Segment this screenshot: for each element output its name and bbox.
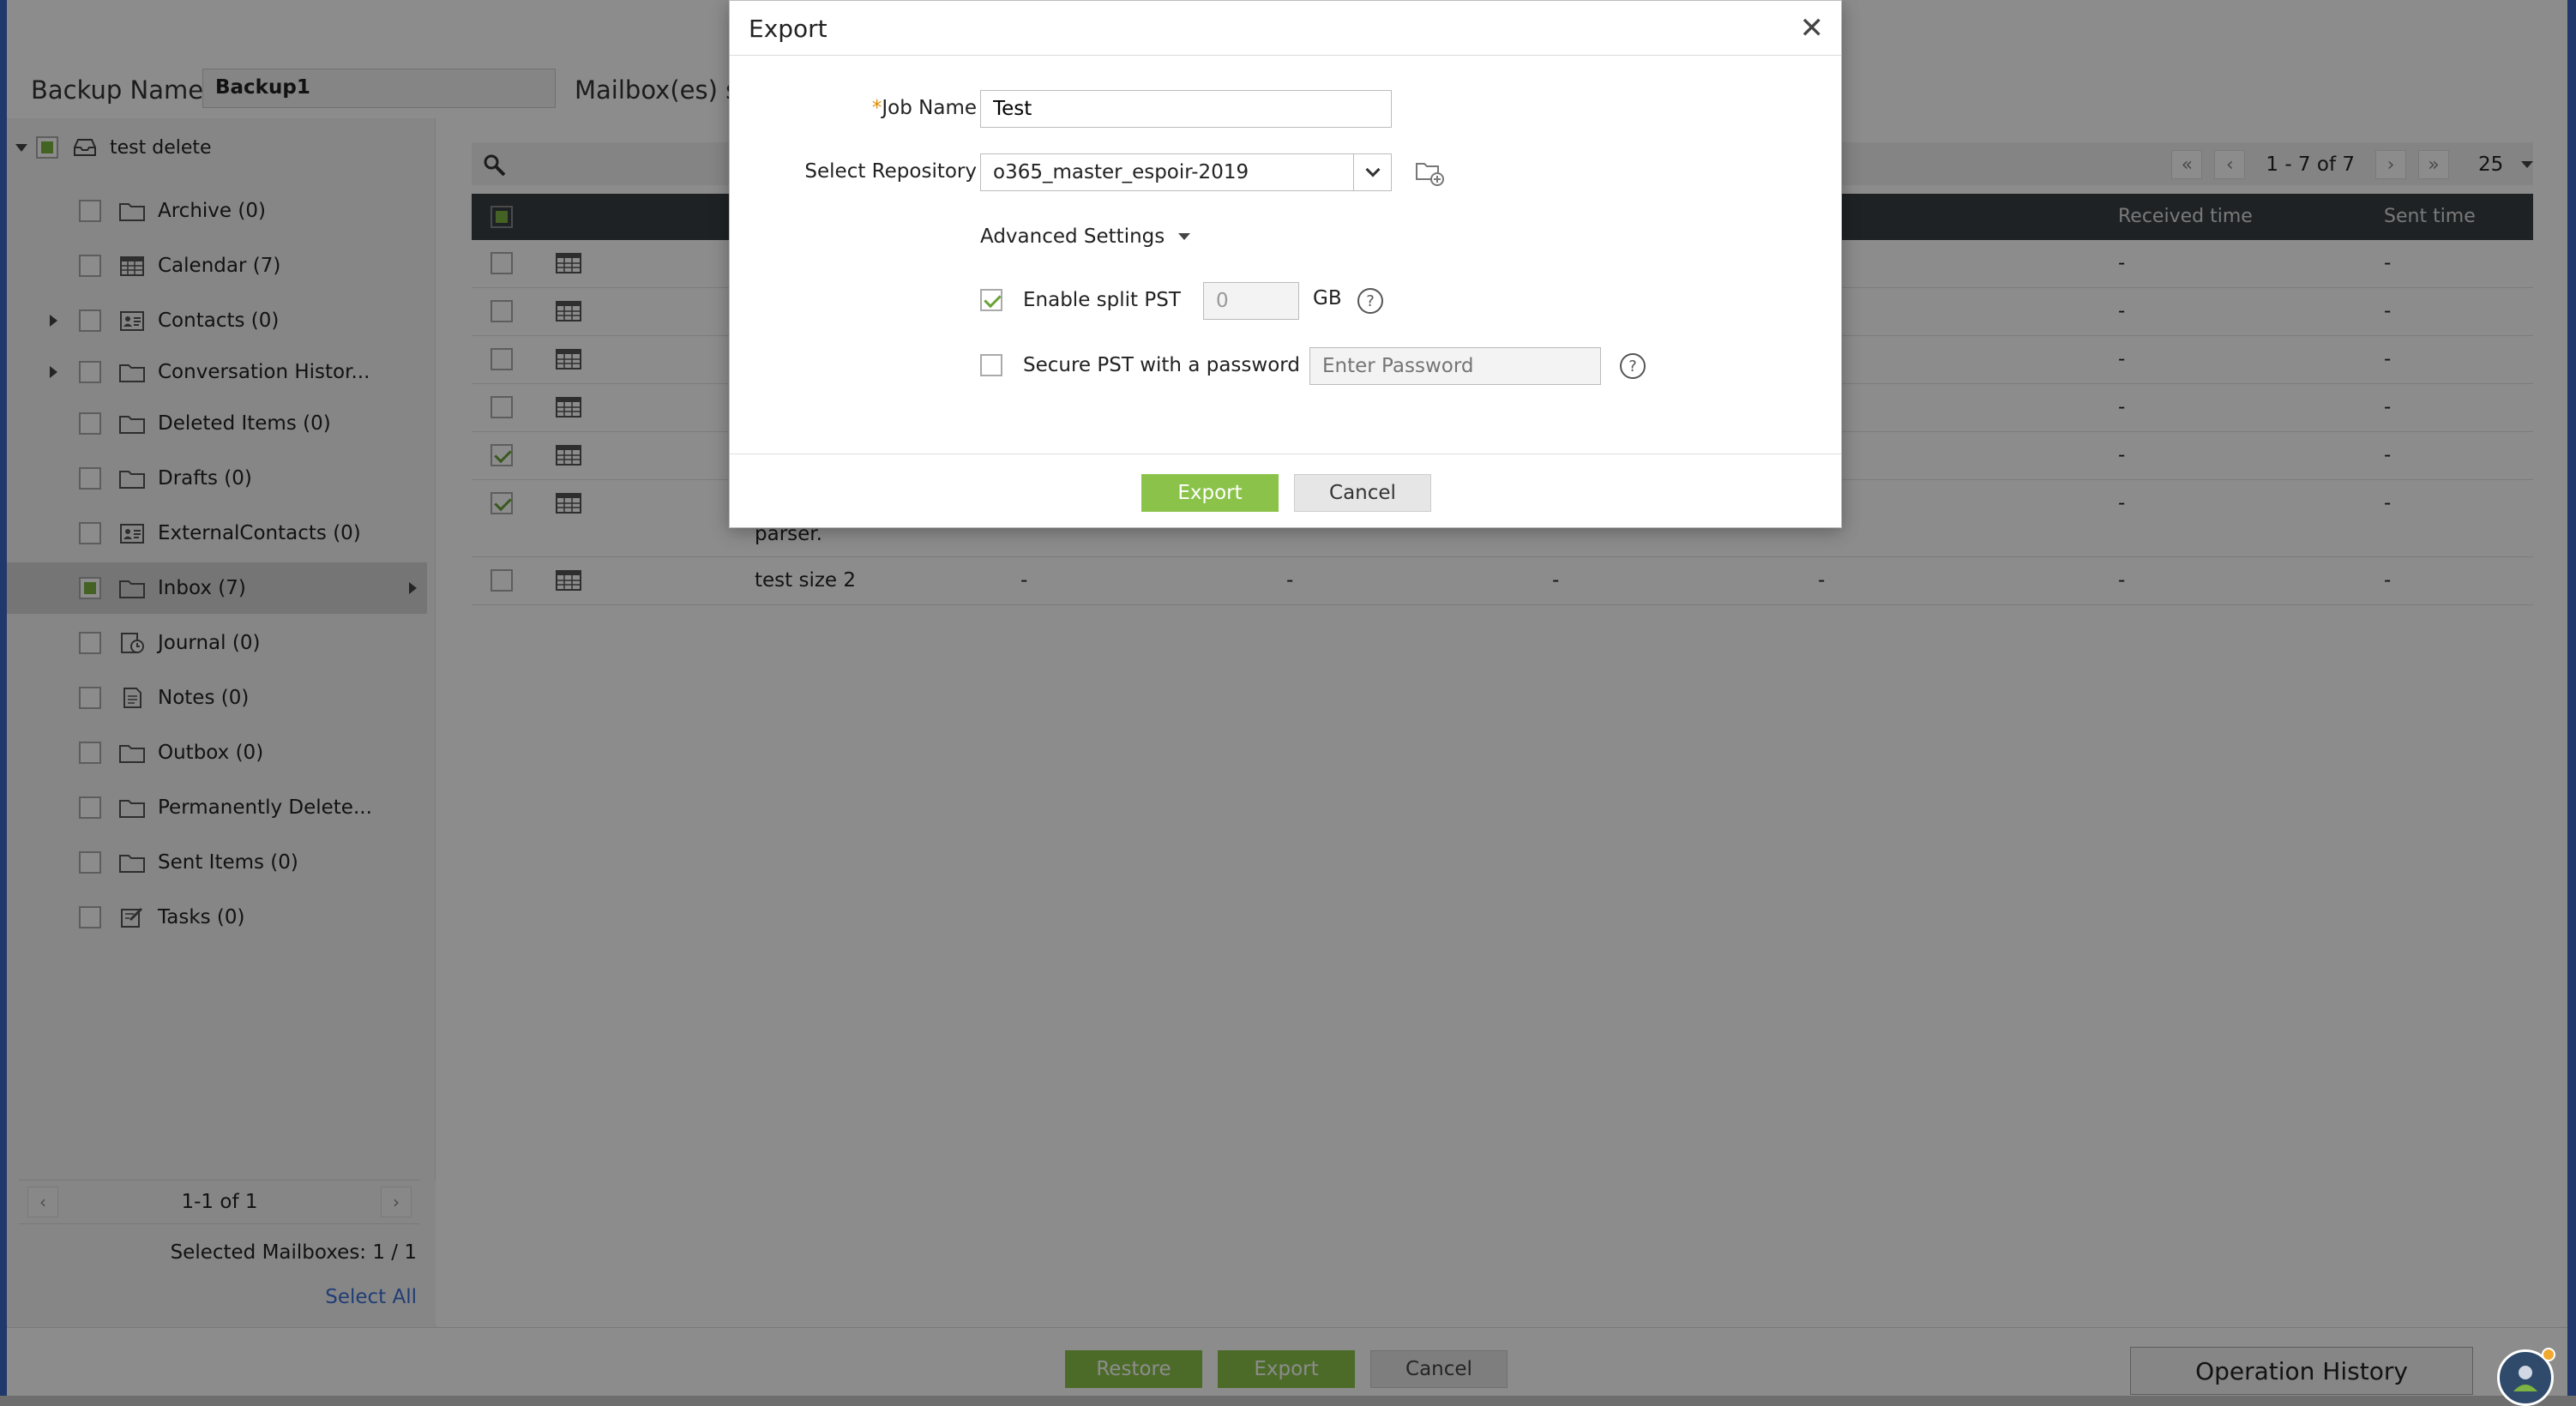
- split-pst-label: Enable split PST: [1023, 289, 1181, 311]
- dialog-header: Export ✕: [730, 1, 1841, 56]
- add-repository-icon[interactable]: [1414, 157, 1445, 188]
- job-name-label-text: Job Name: [882, 97, 977, 119]
- dialog-title: Export: [749, 15, 828, 43]
- password-input[interactable]: [1309, 347, 1601, 385]
- close-icon[interactable]: ✕: [1800, 11, 1825, 45]
- notification-dot: [2542, 1348, 2555, 1361]
- job-name-input[interactable]: [980, 90, 1392, 128]
- dialog-export-button[interactable]: Export: [1141, 474, 1279, 512]
- help-icon[interactable]: ?: [1620, 353, 1646, 379]
- export-dialog: Export ✕ *Job Name Select Repository o36…: [729, 0, 1842, 528]
- advanced-settings-label: Advanced Settings: [980, 225, 1165, 248]
- chevron-down-icon[interactable]: [1353, 154, 1391, 190]
- secure-pst-checkbox[interactable]: [980, 354, 1002, 376]
- split-pst-checkbox[interactable]: [980, 289, 1002, 311]
- advanced-settings-toggle[interactable]: Advanced Settings: [980, 225, 1191, 248]
- secure-pst-label: Secure PST with a password: [1023, 354, 1300, 376]
- help-icon[interactable]: ?: [1357, 288, 1383, 314]
- dialog-cancel-button[interactable]: Cancel: [1294, 474, 1431, 512]
- repository-select[interactable]: o365_master_espoir-2019: [980, 153, 1392, 191]
- required-marker: *: [871, 97, 882, 119]
- split-pst-size-input[interactable]: [1203, 282, 1299, 320]
- caret-down-icon: [1178, 233, 1191, 240]
- split-pst-unit: GB: [1313, 287, 1342, 309]
- job-name-label: *Job Name: [719, 97, 977, 119]
- select-repository-label: Select Repository: [804, 160, 977, 183]
- repository-select-value: o365_master_espoir-2019: [993, 161, 1249, 183]
